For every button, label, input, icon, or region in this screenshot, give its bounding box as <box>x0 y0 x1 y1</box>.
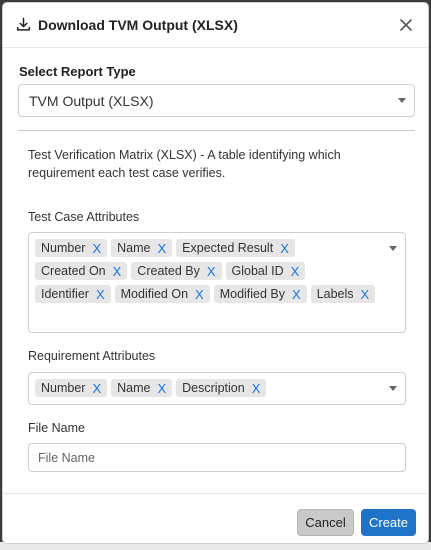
remove-tag-icon[interactable]: X <box>361 287 370 302</box>
report-type-value: TVM Output (XLSX) <box>29 92 154 109</box>
download-icon <box>16 17 32 33</box>
tag-modified-on: Modified On X <box>114 285 210 303</box>
requirement-attributes-label: Requirement Attributes <box>28 349 156 363</box>
section-divider <box>18 130 415 131</box>
remove-tag-icon[interactable]: X <box>252 381 261 396</box>
chevron-down-icon[interactable] <box>389 246 397 251</box>
remove-tag-icon[interactable]: X <box>195 287 204 302</box>
tag-name: Name X <box>111 239 173 257</box>
tag-created-on: Created On X <box>35 262 128 280</box>
tag-name: Name X <box>111 379 173 397</box>
test-case-attributes-select[interactable]: Number X Name X Expected Result X Created O… <box>28 232 406 333</box>
create-button[interactable]: Create <box>361 509 416 536</box>
tag-description: Description X <box>176 379 267 397</box>
report-type-label: Select Report Type <box>19 64 136 79</box>
tag-modified-by: Modified By X <box>213 285 307 303</box>
remove-tag-icon[interactable]: X <box>157 241 166 256</box>
remove-tag-icon[interactable]: X <box>292 287 301 302</box>
dialog-header: Download TVM Output (XLSX) <box>3 3 428 48</box>
report-type-select[interactable]: TVM Output (XLSX) <box>18 84 415 117</box>
report-description: Test Verification Matrix (XLSX) - A tabl… <box>28 148 341 180</box>
remove-tag-icon[interactable]: X <box>113 264 122 279</box>
remove-tag-icon[interactable]: X <box>157 381 166 396</box>
tag-number: Number X <box>35 379 108 397</box>
footer-divider <box>3 493 428 494</box>
chevron-down-icon[interactable] <box>389 386 397 391</box>
requirement-attributes-select[interactable]: Number X Name X Description X <box>28 372 406 405</box>
tag-global-id: Global ID X <box>225 262 306 280</box>
remove-tag-icon[interactable]: X <box>92 381 101 396</box>
remove-tag-icon[interactable]: X <box>96 287 105 302</box>
dialog-title: Download TVM Output (XLSX) <box>38 17 238 33</box>
tag-expected-result: Expected Result X <box>176 239 295 257</box>
test-case-attributes-label: Test Case Attributes <box>28 210 140 224</box>
tag-number: Number X <box>35 239 108 257</box>
tag-created-by: Created By X <box>131 262 222 280</box>
file-name-label: File Name <box>28 421 85 435</box>
remove-tag-icon[interactable]: X <box>207 264 216 279</box>
file-name-input[interactable] <box>28 443 406 472</box>
cancel-button[interactable]: Cancel <box>297 509 354 536</box>
remove-tag-icon[interactable]: X <box>291 264 300 279</box>
chevron-down-icon <box>398 98 406 103</box>
remove-tag-icon[interactable]: X <box>92 241 101 256</box>
download-dialog: Download TVM Output (XLSX) Select Report… <box>2 2 429 544</box>
tag-identifier: Identifier X <box>35 285 111 303</box>
remove-tag-icon[interactable]: X <box>280 241 289 256</box>
close-icon[interactable] <box>396 15 416 35</box>
tag-labels: Labels X <box>310 285 376 303</box>
